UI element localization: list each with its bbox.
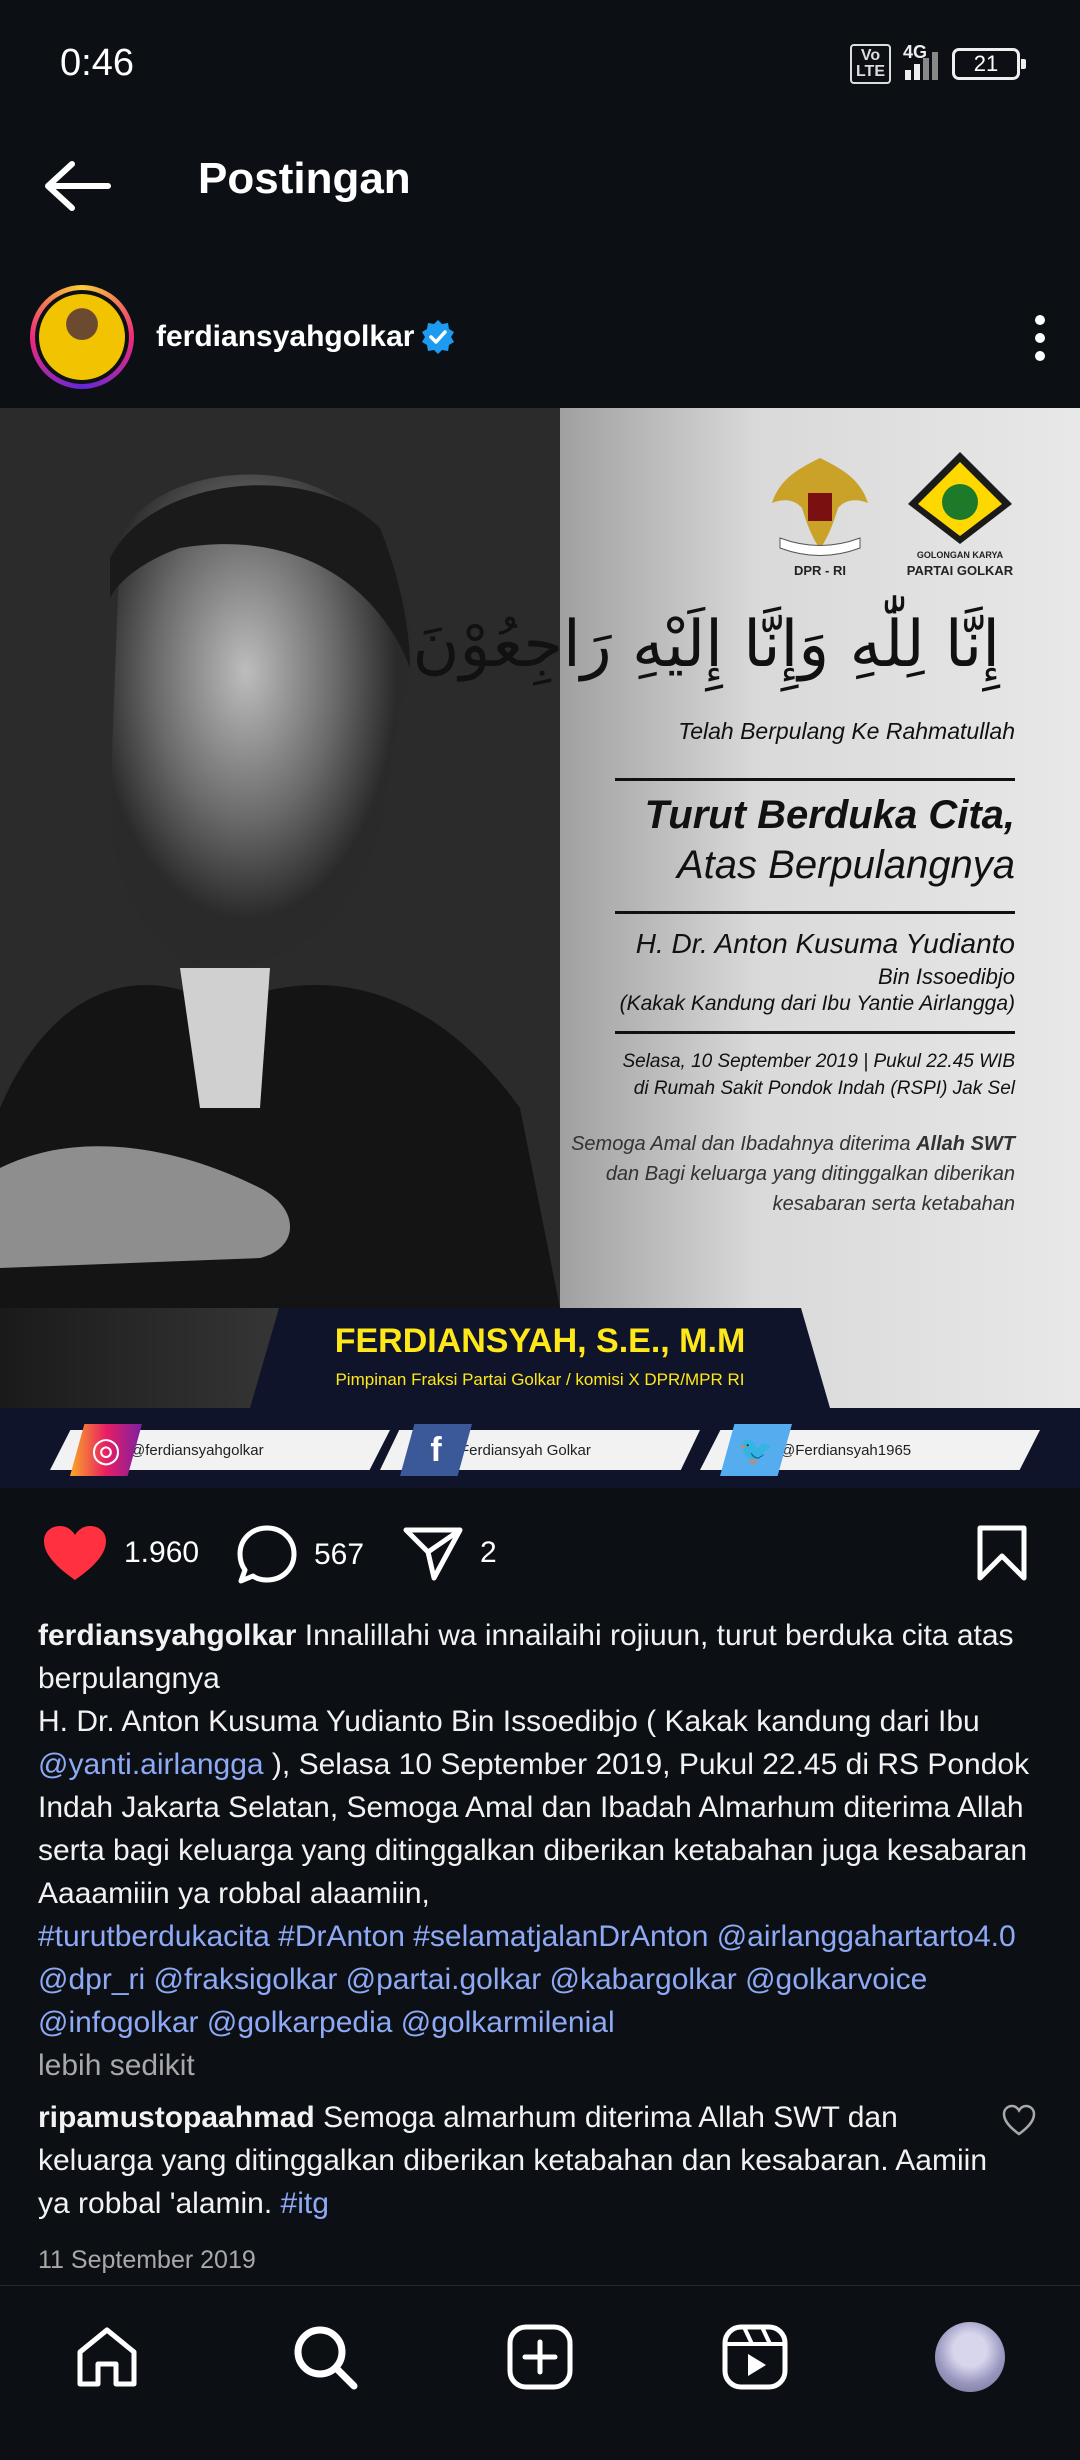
comment-button[interactable]: 567	[236, 1524, 364, 1586]
comment-tag[interactable]: #itg	[281, 2187, 329, 2220]
share-count: 2	[480, 1536, 497, 1569]
relation-line: (Kakak Kandung dari Ibu Yantie Airlangga…	[619, 992, 1015, 1015]
post-caption: ferdiansyahgolkar Innalillahi wa innaila…	[38, 1614, 1048, 2087]
page-title: Postingan	[198, 154, 411, 203]
profile-tab-avatar[interactable]	[935, 2322, 1005, 2392]
top-app-bar: Postingan	[0, 130, 1080, 240]
post-actions: 1.960 567 2	[0, 1510, 1080, 1600]
comment-username[interactable]: ripamustopaahmad	[38, 2101, 315, 2134]
divider	[615, 1031, 1015, 1034]
arabic-calligraphy: إِنَّا لِلّٰهِ وَإِنَّا إِلَيْهِ رَاجِعُ…	[412, 608, 1000, 682]
prayer-line-3: kesabaran serta ketabahan	[772, 1193, 1015, 1215]
post-image[interactable]: DPR - RI GOLONGAN KARYA PARTAI GOLKAR إِ…	[0, 408, 1080, 1488]
like-button[interactable]: 1.960	[42, 1524, 199, 1582]
like-count: 1.960	[124, 1536, 200, 1569]
system-gesture-bar	[0, 2420, 1080, 2460]
verified-badge-icon	[422, 320, 454, 354]
banner-name: FERDIANSYAH, S.E., M.M	[334, 1322, 746, 1360]
comment-item: ripamustopaahmad Semoga almarhum diterim…	[38, 2096, 998, 2225]
social-instagram: @ferdiansyahgolkar ◎	[50, 1424, 390, 1476]
deceased-name-2: Bin Issoedibjo	[878, 964, 1015, 989]
social-twitter: @Ferdiansyah1965 🐦	[700, 1424, 1040, 1476]
post-header: ferdiansyahgolkar	[0, 280, 1080, 400]
create-post-icon[interactable]	[505, 2322, 575, 2392]
divider	[615, 911, 1015, 914]
send-icon	[403, 1527, 463, 1581]
golkar-emblem: GOLONGAN KARYA PARTAI GOLKAR	[900, 448, 1020, 578]
clock: 0:46	[60, 42, 134, 84]
date-line: Selasa, 10 September 2019 | Pukul 22.45 …	[622, 1051, 1015, 1072]
arrow-left-icon	[45, 161, 111, 211]
home-icon[interactable]	[72, 2322, 142, 2392]
bookmark-icon	[977, 1525, 1027, 1581]
name-banner: FERDIANSYAH, S.E., M.M Pimpinan Fraksi P…	[250, 1308, 830, 1408]
post-username[interactable]: ferdiansyahgolkar	[156, 320, 414, 354]
dpr-emblem: DPR - RI	[760, 448, 880, 578]
golkar-emblem-caption: PARTAI GOLKAR	[906, 563, 1014, 578]
divider	[615, 778, 1015, 781]
status-bar: 0:46 Vo LTE 4G 21	[0, 0, 1080, 130]
caption-tags[interactable]: #turutberdukacita #DrAnton #selamatjalan…	[38, 1920, 1016, 2039]
network-type: 4G	[903, 42, 928, 62]
search-icon[interactable]	[290, 2322, 360, 2392]
save-button[interactable]	[976, 1524, 1028, 1582]
heart-filled-icon	[44, 1526, 106, 1580]
social-strip: @ferdiansyahgolkar ◎ Ferdiansyah Golkar …	[0, 1408, 1080, 1488]
image-line-1: Telah Berpulang Ke Rahmatullah	[678, 718, 1015, 744]
show-less-button[interactable]: lebih sedikit	[38, 2049, 195, 2082]
avatar[interactable]	[30, 285, 134, 389]
golkar-emblem-top: GOLONGAN KARYA	[916, 550, 1004, 560]
portrait-photo	[0, 408, 560, 1308]
more-options-icon[interactable]	[1030, 308, 1050, 368]
image-heading-1: Turut Berduka Cita,	[644, 793, 1015, 837]
prayer-line-1: Semoga Amal dan Ibadahnya diterima Allah…	[571, 1133, 1015, 1155]
bottom-navigation	[0, 2285, 1080, 2460]
social-facebook: Ferdiansyah Golkar f	[380, 1424, 700, 1476]
comment-like-icon[interactable]	[1002, 2104, 1036, 2138]
battery-icon: 21	[952, 48, 1026, 80]
reels-icon[interactable]	[720, 2322, 790, 2392]
deceased-name: H. Dr. Anton Kusuma Yudianto	[635, 928, 1015, 959]
status-icons: Vo LTE 4G 21	[849, 42, 1026, 84]
banner-role: Pimpinan Fraksi Partai Golkar / komisi X…	[335, 1370, 745, 1389]
place-line: di Rumah Sakit Pondok Indah (RSPI) Jak S…	[633, 1078, 1015, 1099]
emblems: DPR - RI GOLONGAN KARYA PARTAI GOLKAR	[760, 448, 1020, 578]
signal-icon: 4G	[903, 42, 938, 80]
dpr-emblem-caption: DPR - RI	[794, 563, 846, 578]
comment-count: 567	[314, 1538, 365, 1571]
caption-text-2: H. Dr. Anton Kusuma Yudianto Bin Issoedi…	[38, 1705, 980, 1738]
share-button[interactable]: 2	[402, 1524, 497, 1582]
caption-mention[interactable]: @yanti.airlangga	[38, 1748, 264, 1781]
image-heading-2: Atas Berpulangnya	[676, 843, 1015, 887]
prayer-line-2: dan Bagi keluarga yang ditinggalkan dibe…	[605, 1163, 1015, 1185]
post-date: 11 September 2019	[38, 2246, 256, 2274]
volte-icon: Vo LTE	[849, 44, 891, 84]
comment-icon	[237, 1525, 297, 1584]
caption-username[interactable]: ferdiansyahgolkar	[38, 1619, 296, 1652]
back-button[interactable]	[38, 156, 118, 216]
